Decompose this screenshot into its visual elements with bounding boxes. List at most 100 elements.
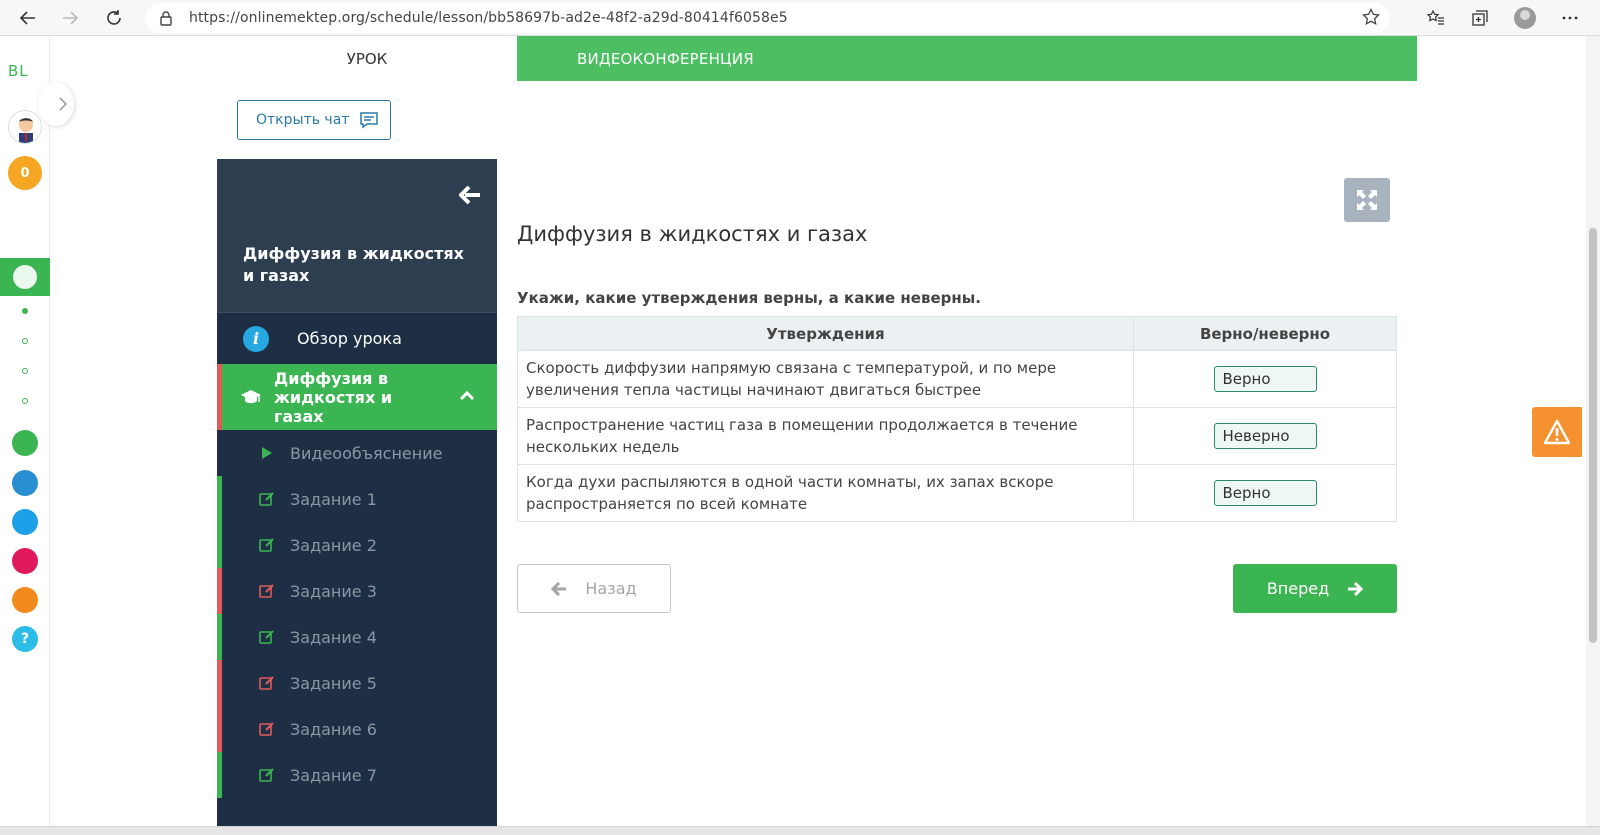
bilimland-logo[interactable]: BL (8, 62, 29, 80)
answer-cell: Верно (1133, 350, 1397, 408)
answer-cell: Верно (1133, 464, 1397, 522)
page-title: Диффузия в жидкостях и газах (517, 222, 868, 246)
sidebar-item-label: Задание 4 (290, 627, 377, 647)
edit-icon (258, 582, 276, 600)
chat-icon (360, 112, 379, 129)
refresh-icon[interactable] (102, 6, 126, 30)
info-icon: i (243, 325, 269, 352)
answer-dropdown[interactable]: Верно (1213, 366, 1317, 392)
sidebar-lesson-title: Диффузия в жидкостях и газах (243, 244, 464, 285)
page-scrollbar[interactable] (1586, 36, 1600, 826)
sidebar-item-label: Задание 2 (290, 535, 377, 555)
sidebar-item-label: Видеообъяснение (290, 443, 443, 463)
lesson-tabs: УРОК ВИДЕОКОНФЕРЕНЦИЯ (217, 36, 1417, 81)
help-icon[interactable]: ? (12, 626, 38, 652)
url-text: https://onlinemektep.org/schedule/lesson… (189, 10, 788, 26)
onlinemektep-icon (13, 265, 37, 289)
statement-cell: Скорость диффузии напрямую связана с тем… (517, 350, 1134, 408)
sidebar-item-task-3[interactable]: Задание 3 (217, 568, 497, 614)
question-text: Укажи, какие утверждения верны, а какие … (517, 289, 981, 307)
collections-icon[interactable] (1468, 6, 1492, 30)
taskbar (0, 826, 1600, 835)
test-app-icon[interactable] (12, 509, 38, 535)
back-button-label: Назад (585, 579, 637, 598)
forward-arrow-icon[interactable] (58, 6, 82, 30)
favorites-icon[interactable] (1424, 6, 1448, 30)
report-problem-button[interactable] (1532, 407, 1582, 457)
statements-table: Утверждения Верно/неверно Скорость диффу… (517, 316, 1397, 522)
tab-lesson[interactable]: УРОК (217, 36, 517, 81)
sidebar-item-task-6[interactable]: Задание 6 (217, 706, 497, 752)
tinytap-app-icon[interactable] (12, 587, 38, 613)
chevron-right-icon (59, 97, 68, 111)
answer-dropdown[interactable]: Верно (1213, 480, 1317, 506)
bilimbook-app-icon[interactable] (12, 470, 38, 496)
sidebar-item-label: Диффузия в жидкостях и газах (274, 368, 393, 426)
forward-button-label: Вперед (1266, 579, 1330, 598)
edit-icon (258, 766, 276, 784)
left-rail: BL 0 ? (0, 36, 74, 826)
scrollbar-thumb[interactable] (1589, 228, 1597, 643)
arrow-right-icon (1348, 581, 1364, 596)
answer-dropdown[interactable]: Неверно (1213, 423, 1317, 449)
coins-badge[interactable]: 0 (8, 156, 42, 190)
sidebar-item-task-7[interactable]: Задание 7 (217, 752, 497, 798)
rail-dot[interactable] (22, 368, 28, 374)
back-arrow-icon[interactable] (16, 6, 40, 30)
table-row: Когда духи распыляются в одной части ком… (517, 464, 1397, 522)
address-bar[interactable]: https://onlinemektep.org/schedule/lesson… (145, 3, 1390, 33)
lesson-sidebar: Диффузия в жидкостях и газах i Обзор уро… (217, 159, 497, 826)
edit-icon (258, 674, 276, 692)
rail-dot[interactable] (22, 338, 28, 344)
bilimland-app-icon[interactable] (12, 430, 38, 456)
chevron-up-icon[interactable] (459, 389, 475, 401)
play-icon (258, 444, 276, 462)
sidebar-header: Диффузия в жидкостях и газах (217, 159, 497, 312)
sidebar-item-label: Задание 6 (290, 719, 377, 739)
arrow-left-icon (551, 581, 567, 596)
forward-button[interactable]: Вперед (1233, 564, 1397, 613)
sidebar-item-label: Обзор урока (297, 329, 402, 348)
column-header-statements: Утверждения (517, 316, 1134, 351)
fullscreen-button[interactable] (1344, 178, 1390, 222)
sidebar-item-label: Задание 3 (290, 581, 377, 601)
lesson-card: УРОК ВИДЕОКОНФЕРЕНЦИЯ Открыть чат Диффуз… (217, 36, 1417, 826)
edit-icon (258, 536, 276, 554)
column-header-true-false: Верно/неверно (1133, 316, 1397, 351)
user-avatar[interactable] (8, 110, 42, 144)
table-row: Распространение частиц газа в помещении … (517, 407, 1397, 465)
sidebar-item-overview[interactable]: i Обзор урока (217, 312, 497, 364)
more-menu-icon[interactable] (1558, 6, 1582, 30)
back-button[interactable]: Назад (517, 564, 671, 613)
sidebar-item-topic[interactable]: Диффузия в жидкостях и газах (217, 364, 497, 430)
warning-icon (1543, 419, 1571, 445)
sidebar-item-label: Задание 1 (290, 489, 377, 509)
sidebar-item-label: Задание 7 (290, 765, 377, 785)
sidebar-item-video[interactable]: Видеообъяснение (217, 430, 497, 476)
twig-app-icon[interactable] (12, 548, 38, 574)
tab-videoconference[interactable]: ВИДЕОКОНФЕРЕНЦИЯ (517, 36, 1417, 81)
browser-toolbar: https://onlinemektep.org/schedule/lesson… (0, 0, 1600, 36)
rail-dot[interactable] (22, 398, 28, 404)
statement-cell: Распространение частиц газа в помещении … (517, 407, 1134, 465)
edit-icon (258, 720, 276, 738)
sidebar-item-task-4[interactable]: Задание 4 (217, 614, 497, 660)
open-chat-button[interactable]: Открыть чат (237, 100, 391, 140)
graduation-cap-icon (241, 390, 261, 404)
lock-icon (160, 11, 172, 26)
statement-cell: Когда духи распыляются в одной части ком… (517, 464, 1134, 522)
sidebar-item-task-2[interactable]: Задание 2 (217, 522, 497, 568)
expand-icon (1357, 190, 1377, 210)
sidebar-item-task-5[interactable]: Задание 5 (217, 660, 497, 706)
rail-app-onlinemektep[interactable] (0, 258, 50, 296)
table-header-row: Утверждения Верно/неверно (517, 316, 1397, 351)
sidebar-item-task-1[interactable]: Задание 1 (217, 476, 497, 522)
edit-icon (258, 490, 276, 508)
collapse-sidebar-arrow-icon[interactable] (459, 185, 481, 205)
profile-avatar-icon[interactable] (1513, 6, 1537, 30)
favorite-star-icon[interactable] (1362, 8, 1380, 26)
open-chat-label: Открыть чат (256, 112, 350, 128)
sidebar-item-label: Задание 5 (290, 673, 377, 693)
rail-dot[interactable] (22, 308, 28, 314)
expand-rail-button[interactable] (38, 82, 74, 126)
